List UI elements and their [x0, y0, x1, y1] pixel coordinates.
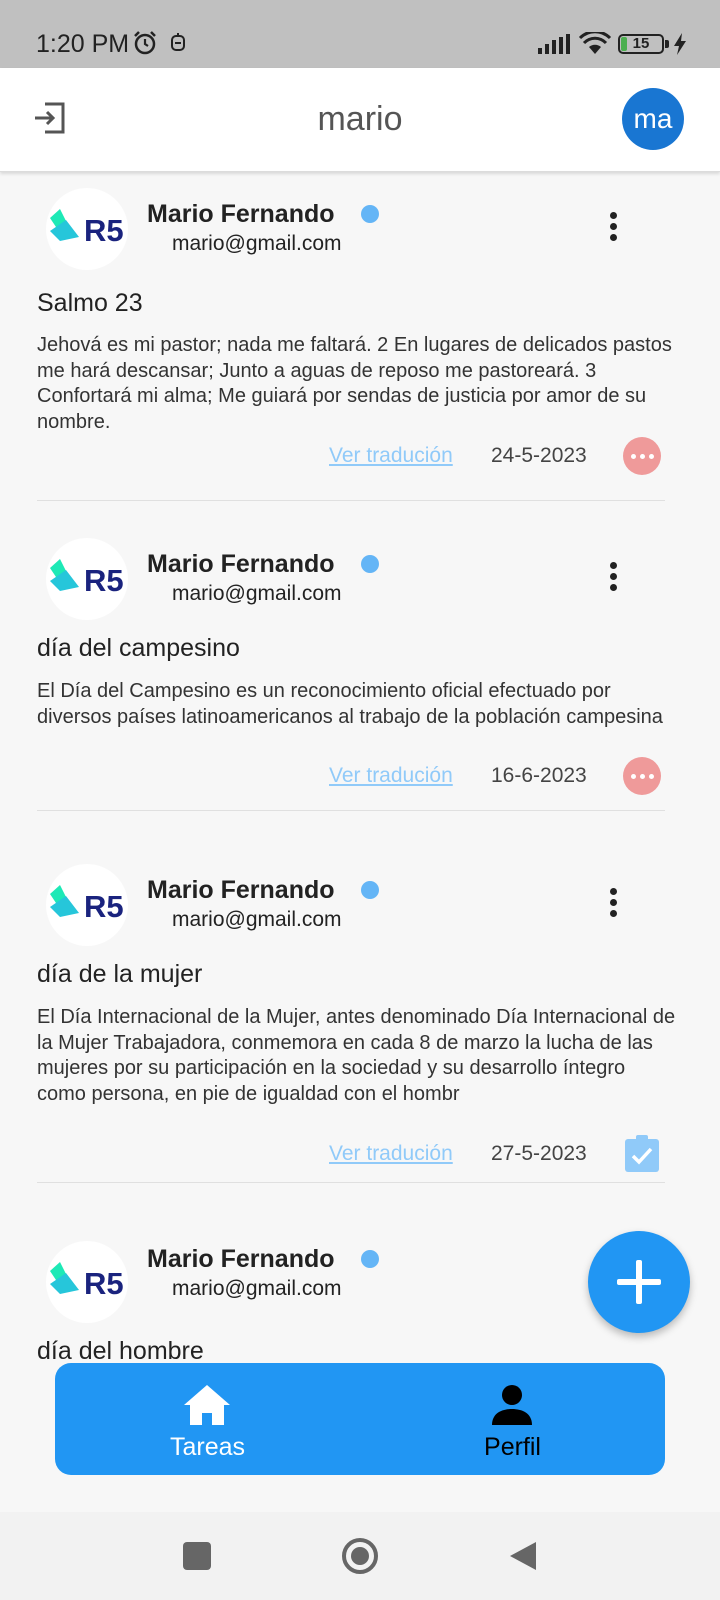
person-icon: [492, 1385, 532, 1425]
post-author: Mario Fernando: [147, 550, 335, 578]
post-email: mario@gmail.com: [172, 1277, 342, 1300]
post-email: mario@gmail.com: [172, 232, 342, 255]
post-title: día del hombre: [37, 1337, 204, 1364]
r5-logo: R5: [46, 1241, 128, 1323]
charging-icon: [674, 33, 686, 55]
battery-level: 15: [632, 35, 650, 52]
nav-item-tareas[interactable]: Tareas: [55, 1363, 360, 1475]
pending-status-icon[interactable]: [623, 437, 661, 475]
recent-apps-icon[interactable]: [183, 1542, 211, 1570]
post-date: 24-5-2023: [491, 444, 587, 467]
post-author: Mario Fernando: [147, 200, 335, 228]
svg-text:R5: R5: [84, 563, 124, 598]
r5-logo: R5: [46, 864, 128, 946]
plus-icon-vertical: [636, 1260, 642, 1304]
post-date: 16-6-2023: [491, 764, 587, 787]
more-options-icon[interactable]: [606, 888, 620, 924]
notification-icon: [171, 33, 185, 51]
bottom-navigation: Tareas Perfil: [55, 1363, 665, 1475]
post-author: Mario Fernando: [147, 1245, 335, 1273]
home-icon: [184, 1385, 230, 1425]
online-indicator: [361, 881, 379, 899]
nav-item-perfil[interactable]: Perfil: [360, 1363, 665, 1475]
online-indicator: [361, 1250, 379, 1268]
svg-text:R5: R5: [84, 1266, 124, 1301]
back-icon[interactable]: [508, 1540, 538, 1572]
svg-text:R5: R5: [84, 213, 124, 248]
online-indicator: [361, 555, 379, 573]
view-translation-link[interactable]: Ver tradución: [329, 764, 453, 788]
status-time: 1:20 PM: [36, 30, 130, 58]
svg-text:R5: R5: [84, 889, 124, 924]
nav-label-tareas: Tareas: [169, 1433, 246, 1461]
post-date: 27-5-2023: [491, 1142, 587, 1165]
post-author: Mario Fernando: [147, 876, 335, 904]
r5-logo: R5: [46, 538, 128, 620]
home-button-icon[interactable]: [342, 1538, 378, 1574]
pending-status-icon[interactable]: [623, 757, 661, 795]
system-navigation-bar: [0, 1512, 720, 1600]
app-bar: mario ma: [0, 68, 720, 172]
add-task-button[interactable]: [588, 1231, 690, 1333]
signal-icon: [538, 34, 570, 54]
more-options-icon[interactable]: [606, 212, 620, 248]
task-feed[interactable]: R5 Mario Fernando mario@gmail.com Salmo …: [0, 172, 720, 1364]
battery-icon: 15: [618, 34, 664, 54]
online-indicator: [361, 205, 379, 223]
post-body: El Día del Campesino es un reconocimient…: [37, 680, 663, 728]
post-title: día del campesino: [37, 634, 240, 662]
more-options-icon[interactable]: [606, 562, 620, 598]
divider: [37, 810, 665, 811]
nav-label-perfil: Perfil: [484, 1433, 541, 1461]
view-translation-link[interactable]: Ver tradución: [329, 444, 453, 468]
wifi-icon: [578, 32, 612, 54]
view-translation-link[interactable]: Ver tradución: [329, 1142, 453, 1166]
completed-clipboard-icon[interactable]: [624, 1134, 660, 1172]
post-body: Jehová es mi pastor; nada me faltará. 2 …: [37, 334, 672, 433]
alarm-icon: [134, 31, 156, 55]
post-body: El Día Internacional de la Mujer, antes …: [37, 1006, 676, 1105]
status-bar: 1:20 PM 15: [0, 0, 720, 68]
post-title: día de la mujer: [37, 960, 203, 988]
battery-tip: [665, 40, 669, 48]
avatar[interactable]: ma: [622, 88, 684, 150]
divider: [37, 1182, 665, 1183]
r5-logo: R5: [46, 188, 128, 270]
page-title: mario: [317, 100, 403, 138]
post-email: mario@gmail.com: [172, 582, 342, 605]
post-title: Salmo 23: [37, 289, 143, 317]
post-email: mario@gmail.com: [172, 908, 342, 931]
divider: [37, 500, 665, 501]
